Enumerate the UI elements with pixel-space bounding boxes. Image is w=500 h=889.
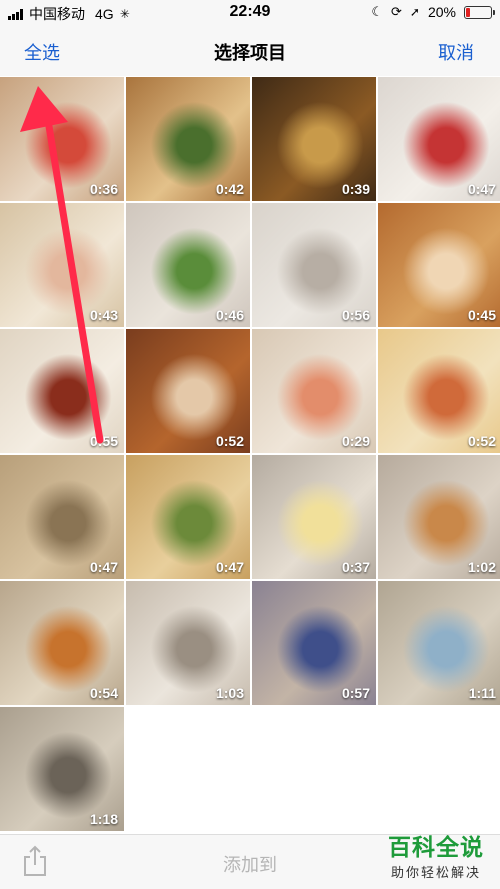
video-duration: 0:46 bbox=[215, 307, 244, 323]
battery-fill bbox=[466, 7, 470, 17]
nav-bar: 全选 选择项目 取消 bbox=[0, 26, 500, 76]
video-thumbnail[interactable]: 0:55 bbox=[0, 329, 124, 453]
video-duration: 0:57 bbox=[341, 685, 370, 701]
video-duration: 0:45 bbox=[467, 307, 496, 323]
video-thumbnail[interactable]: 1:18 bbox=[0, 707, 124, 831]
video-duration: 0:47 bbox=[89, 559, 118, 575]
video-duration: 0:56 bbox=[341, 307, 370, 323]
video-duration: 0:43 bbox=[89, 307, 118, 323]
video-thumbnail[interactable]: 1:02 bbox=[378, 455, 500, 579]
status-right: ☾ ⟳ ➚ 20% bbox=[371, 4, 495, 20]
video-duration: 0:55 bbox=[89, 433, 118, 449]
video-thumbnail[interactable]: 0:37 bbox=[252, 455, 376, 579]
battery-icon bbox=[464, 5, 495, 19]
video-thumbnail[interactable]: 0:47 bbox=[126, 455, 250, 579]
video-thumbnail[interactable]: 0:56 bbox=[252, 203, 376, 327]
orientation-lock-icon: ⟳ bbox=[391, 4, 402, 19]
video-duration: 0:42 bbox=[215, 181, 244, 197]
video-duration: 0:52 bbox=[215, 433, 244, 449]
video-duration: 1:18 bbox=[89, 811, 118, 827]
video-duration: 1:11 bbox=[468, 685, 496, 701]
video-thumbnail[interactable]: 0:45 bbox=[378, 203, 500, 327]
video-duration: 0:47 bbox=[215, 559, 244, 575]
video-duration: 0:29 bbox=[341, 433, 370, 449]
video-thumbnail[interactable]: 0:36 bbox=[0, 77, 124, 201]
status-bar: 中国移动 4G ✳ 22:49 ☾ ⟳ ➚ 20% bbox=[0, 0, 500, 26]
watermark-sub: 助你轻松解决 bbox=[390, 865, 481, 880]
bottom-toolbar: 添加到 百科全说 助你轻松解决 bbox=[0, 834, 500, 889]
video-thumbnail[interactable]: 0:43 bbox=[0, 203, 124, 327]
video-thumbnail[interactable]: 1:03 bbox=[126, 581, 250, 705]
video-thumbnail[interactable]: 0:39 bbox=[252, 77, 376, 201]
page-title: 选择项目 bbox=[214, 43, 286, 63]
video-duration: 1:03 bbox=[215, 685, 244, 701]
video-thumbnail[interactable]: 0:29 bbox=[252, 329, 376, 453]
video-thumbnail[interactable]: 0:52 bbox=[126, 329, 250, 453]
moon-icon: ☾ bbox=[371, 4, 383, 19]
video-duration: 0:37 bbox=[341, 559, 370, 575]
location-icon: ➚ bbox=[409, 5, 420, 19]
video-duration: 0:36 bbox=[89, 181, 118, 197]
video-thumbnail[interactable]: 0:42 bbox=[126, 77, 250, 201]
video-thumbnail[interactable]: 0:54 bbox=[0, 581, 124, 705]
video-duration: 0:52 bbox=[467, 433, 496, 449]
video-thumbnail[interactable]: 0:52 bbox=[378, 329, 500, 453]
video-duration: 0:54 bbox=[89, 685, 118, 701]
video-thumbnail[interactable]: 0:46 bbox=[126, 203, 250, 327]
video-duration: 1:02 bbox=[467, 559, 496, 575]
watermark: 百科全说 助你轻松解决 bbox=[388, 828, 484, 881]
select-all-button[interactable]: 全选 bbox=[24, 39, 60, 65]
battery-percent: 20% bbox=[427, 4, 456, 20]
video-duration: 0:39 bbox=[341, 181, 370, 197]
share-icon[interactable] bbox=[22, 845, 48, 877]
video-thumbnail[interactable]: 0:57 bbox=[252, 581, 376, 705]
cancel-button[interactable]: 取消 bbox=[438, 39, 474, 65]
watermark-main: 百科全说 bbox=[388, 834, 484, 860]
video-thumbnail[interactable]: 0:47 bbox=[378, 77, 500, 201]
video-thumbnail[interactable]: 0:47 bbox=[0, 455, 124, 579]
video-duration: 0:47 bbox=[467, 181, 496, 197]
video-thumbnail[interactable]: 1:11 bbox=[378, 581, 500, 705]
